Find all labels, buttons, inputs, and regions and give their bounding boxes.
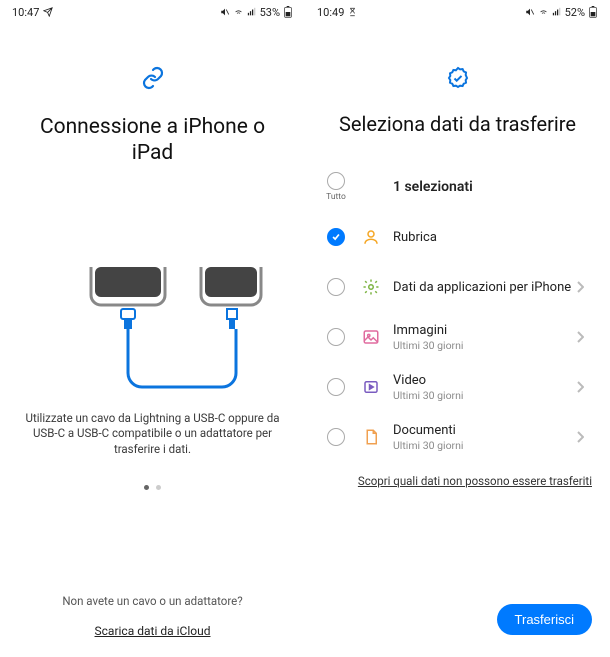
image-icon	[353, 328, 389, 346]
gear-icon	[353, 278, 389, 296]
person-icon	[353, 228, 389, 246]
data-list: Tutto 1 selezionati Rubrica	[305, 162, 610, 462]
battery-icon	[588, 6, 598, 18]
dot-active	[144, 485, 149, 490]
battery-text: 52%	[565, 6, 585, 19]
page-dots	[0, 475, 305, 494]
chevron-right-icon	[576, 428, 594, 447]
chevron-right-icon	[576, 278, 594, 297]
page-title: Connessione a iPhone o iPad	[0, 114, 305, 167]
checkbox-appdata[interactable]	[327, 278, 345, 296]
checkbox-video[interactable]	[327, 378, 345, 396]
item-sub: Ultimi 30 giorni	[393, 339, 576, 352]
list-item-contacts[interactable]: Rubrica	[305, 212, 610, 262]
video-icon	[353, 378, 389, 396]
mute-icon	[220, 7, 230, 17]
item-title: Immagini	[393, 323, 576, 338]
checkbox-documents[interactable]	[327, 428, 345, 446]
check-badge-icon	[305, 66, 610, 94]
question-text: Non avete un cavo o un adattatore?	[0, 594, 305, 608]
select-all-checkbox[interactable]	[327, 172, 345, 190]
timer-icon	[348, 7, 357, 17]
item-sub: Ultimi 30 giorni	[393, 389, 576, 402]
list-item-images[interactable]: Immagini Ultimi 30 giorni	[305, 312, 610, 362]
status-time: 10:47	[12, 6, 39, 19]
checkbox-images[interactable]	[327, 328, 345, 346]
mute-icon	[525, 7, 535, 17]
select-all-label: Tutto	[326, 192, 346, 202]
item-title: Dati da applicazioni per iPhone	[393, 280, 576, 295]
link-icon	[0, 66, 305, 94]
battery-text: 53%	[260, 6, 280, 19]
signal-icon	[247, 7, 257, 17]
status-time: 10:49	[317, 6, 344, 19]
signal-icon	[552, 7, 562, 17]
list-item-video[interactable]: Video Ultimi 30 giorni	[305, 362, 610, 412]
wifi-icon	[233, 7, 244, 17]
instruction-text: Utilizzate un cavo da Lightning a USB-C …	[0, 411, 305, 458]
screen-connect: 10:47 53% Connessione a iPhone o iPad	[0, 0, 305, 657]
document-icon	[353, 428, 389, 446]
list-item-appdata[interactable]: Dati da applicazioni per iPhone	[305, 262, 610, 312]
list-item-documents[interactable]: Documenti Ultimi 30 giorni	[305, 412, 610, 462]
item-sub: Ultimi 30 giorni	[393, 439, 576, 452]
status-bar: 10:47 53%	[0, 0, 305, 24]
cannot-transfer-link[interactable]: Scopri quali dati non possono essere tra…	[305, 462, 610, 488]
wifi-icon	[538, 7, 549, 17]
dot-inactive	[156, 485, 161, 490]
page-title: Seleziona dati da trasferire	[305, 112, 610, 136]
screen-select-data: 10:49 52% Seleziona dati da trasferire T…	[305, 0, 610, 657]
status-bar: 10:49 52%	[305, 0, 610, 24]
transfer-button[interactable]: Trasferisci	[497, 604, 592, 635]
chevron-right-icon	[576, 328, 594, 347]
checkbox-contacts[interactable]	[327, 228, 345, 246]
item-title: Documenti	[393, 423, 576, 438]
battery-icon	[283, 6, 293, 18]
item-title: Rubrica	[393, 230, 594, 245]
icloud-link[interactable]: Scarica dati da iCloud	[95, 624, 211, 638]
select-all-row: Tutto 1 selezionati	[305, 162, 610, 212]
item-title: Video	[393, 373, 576, 388]
selected-count: 1 selezionati	[393, 179, 594, 195]
cable-illustration	[0, 267, 305, 401]
send-icon	[43, 7, 53, 17]
chevron-right-icon	[576, 378, 594, 397]
